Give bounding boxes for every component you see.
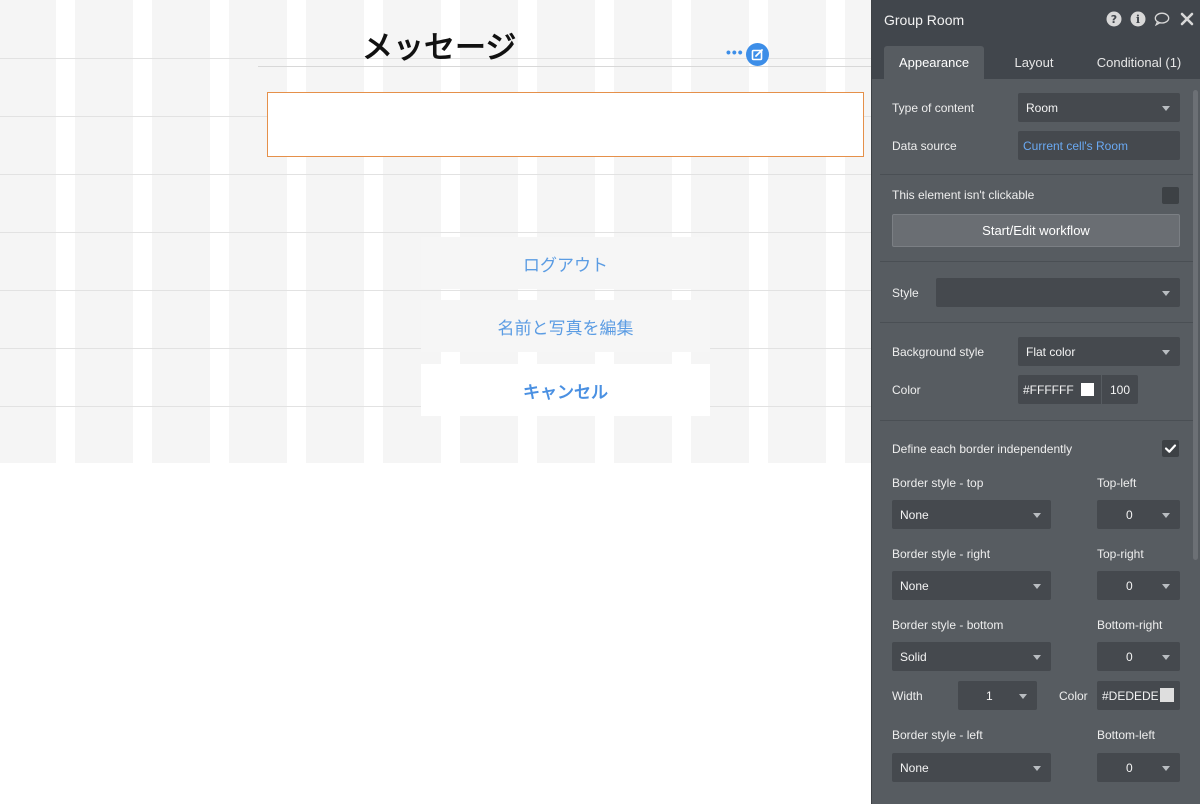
data-source-label: Data source [892,139,957,153]
border-left-dropdown[interactable]: None [892,753,1051,782]
top-right-radius-dropdown[interactable]: 0 [1097,571,1180,600]
cancel-button[interactable]: キャンセル [421,364,710,416]
top-left-radius-label: Top-left [1097,476,1137,490]
bottom-left-radius-label: Bottom-left [1097,728,1156,742]
border-color-swatch [1160,688,1174,702]
grid-row-line [0,174,874,175]
type-of-content-value: Room [1026,101,1059,115]
color-opacity-value[interactable]: 100 [1110,383,1130,397]
color-swatch [1081,383,1094,396]
grid-row-line [0,290,874,291]
close-icon[interactable] [1179,11,1195,27]
panel-scrollbar[interactable] [1193,90,1198,560]
border-top-value: None [900,508,929,522]
bottom-right-radius-dropdown[interactable]: 0 [1097,642,1180,671]
section-divider [880,174,1193,175]
group-room-element[interactable] [267,92,864,157]
define-borders-checkbox[interactable] [1162,440,1179,457]
start-edit-workflow-button[interactable]: Start/Edit workflow [892,214,1180,247]
svg-text:i: i [1136,13,1140,26]
border-width-value: 1 [986,689,993,703]
chevron-down-icon [1033,655,1041,660]
help-icon[interactable]: ? [1106,11,1122,27]
border-width-label: Width [892,689,923,703]
editor-canvas[interactable]: メッセージ ••• ログアウト 名前と写真を編集 キャンセル [0,0,874,463]
more-options-handle[interactable]: ••• [726,44,744,60]
color-label: Color [892,383,921,397]
background-style-dropdown[interactable]: Flat color [1018,337,1180,366]
top-left-radius-value: 0 [1126,508,1133,522]
border-left-value: None [900,761,929,775]
data-source-value: Current cell's Room [1023,139,1128,153]
chevron-down-icon [1162,655,1170,660]
bottom-left-radius-value: 0 [1126,761,1133,775]
border-color-hex-value: #DEDEDE [1102,689,1158,703]
chevron-down-icon [1162,106,1170,111]
chevron-down-icon [1033,584,1041,589]
title-divider [258,66,874,67]
bottom-right-radius-label: Bottom-right [1097,618,1163,632]
type-of-content-label: Type of content [892,101,975,115]
top-right-radius-value: 0 [1126,579,1133,593]
info-icon[interactable]: i [1130,11,1146,27]
chevron-down-icon [1019,694,1027,699]
tab-layout[interactable]: Layout [994,46,1074,79]
section-divider [880,261,1193,262]
border-bottom-label: Border style - bottom [892,618,1004,632]
chevron-down-icon [1033,766,1041,771]
section-divider [880,420,1193,421]
bottom-left-radius-dropdown[interactable]: 0 [1097,753,1180,782]
tab-conditional[interactable]: Conditional (1) [1084,46,1194,79]
not-clickable-label: This element isn't clickable [892,188,1035,202]
page-title[interactable]: メッセージ [362,22,516,67]
svg-text:?: ? [1111,13,1117,26]
color-picker[interactable]: #FFFFFF 100 [1018,375,1138,404]
edit-badge[interactable] [746,43,769,66]
edit-icon [751,49,763,61]
border-color-label: Color [1059,689,1088,703]
section-divider [880,322,1193,323]
chevron-down-icon [1162,513,1170,518]
chevron-down-icon [1162,350,1170,355]
chevron-down-icon [1162,584,1170,589]
data-source-field[interactable]: Current cell's Room [1018,131,1180,160]
border-left-label: Border style - left [892,728,983,742]
border-bottom-value: Solid [900,650,927,664]
property-editor-panel: Group Room ? i Appearance Layout Conditi… [871,0,1200,804]
type-of-content-dropdown[interactable]: Room [1018,93,1180,122]
background-style-label: Background style [892,345,985,359]
property-editor-header[interactable]: Group Room ? i [872,0,1200,39]
tab-appearance[interactable]: Appearance [884,46,984,79]
border-width-dropdown[interactable]: 1 [958,681,1037,710]
color-hex-value: #FFFFFF [1023,383,1074,397]
top-right-radius-label: Top-right [1097,547,1144,561]
border-right-dropdown[interactable]: None [892,571,1051,600]
style-dropdown[interactable] [936,278,1180,307]
field-divider [1101,375,1102,404]
editor-tabs: Appearance Layout Conditional (1) [872,39,1200,79]
border-top-dropdown[interactable]: None [892,500,1051,529]
property-editor-title: Group Room [884,12,965,28]
not-clickable-checkbox[interactable] [1162,187,1179,204]
border-color-picker[interactable]: #DEDEDE [1097,681,1180,710]
border-top-label: Border style - top [892,476,984,490]
border-right-value: None [900,579,929,593]
checkmark-icon [1164,444,1177,453]
background-style-value: Flat color [1026,345,1076,359]
edit-profile-button[interactable]: 名前と写真を編集 [421,300,710,352]
define-borders-label: Define each border independently [892,442,1073,456]
chevron-down-icon [1162,766,1170,771]
style-label: Style [892,286,919,300]
top-left-radius-dropdown[interactable]: 0 [1097,500,1180,529]
border-right-label: Border style - right [892,547,991,561]
bottom-right-radius-value: 0 [1126,650,1133,664]
border-bottom-dropdown[interactable]: Solid [892,642,1051,671]
chevron-down-icon [1033,513,1041,518]
logout-button[interactable]: ログアウト [421,237,710,289]
app-root: { "canvas": { "page_title": "メッセージ", "do… [0,0,1200,804]
grid-row-line [0,232,874,233]
chevron-down-icon [1162,291,1170,296]
comment-icon[interactable] [1154,11,1170,27]
